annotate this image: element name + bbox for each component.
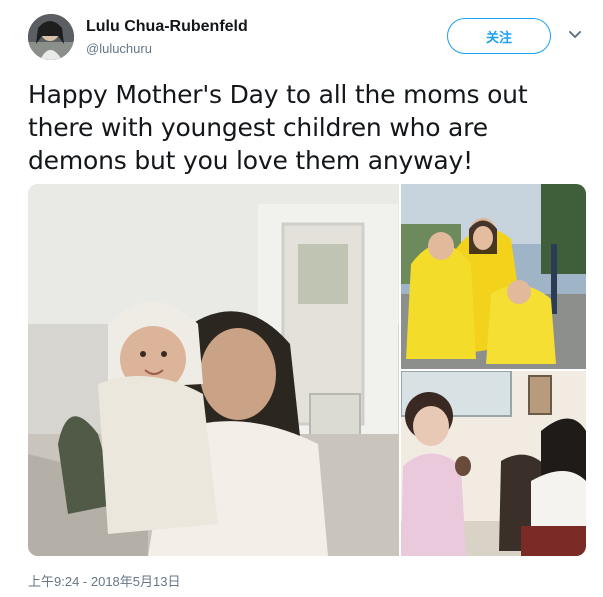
follow-button[interactable]: 关注 <box>447 18 551 54</box>
photo-children-in-yellow-raincoats[interactable] <box>401 184 586 369</box>
tweet-timestamp[interactable]: 上午9:24 - 2018年5月13日 <box>28 571 180 590</box>
media-grid <box>28 184 586 556</box>
avatar-photo <box>28 14 74 60</box>
author-name[interactable]: Lulu Chua-Rubenfeld <box>86 18 248 36</box>
chevron-down-icon[interactable] <box>568 30 582 40</box>
avatar[interactable] <box>28 14 74 60</box>
photo-mother-holding-baby[interactable] <box>28 184 399 556</box>
photo-child-at-table[interactable] <box>401 371 586 556</box>
author-handle[interactable]: @luluchuru <box>86 41 152 56</box>
tweet-text: Happy Mother's Day to all the moms out t… <box>28 80 528 175</box>
